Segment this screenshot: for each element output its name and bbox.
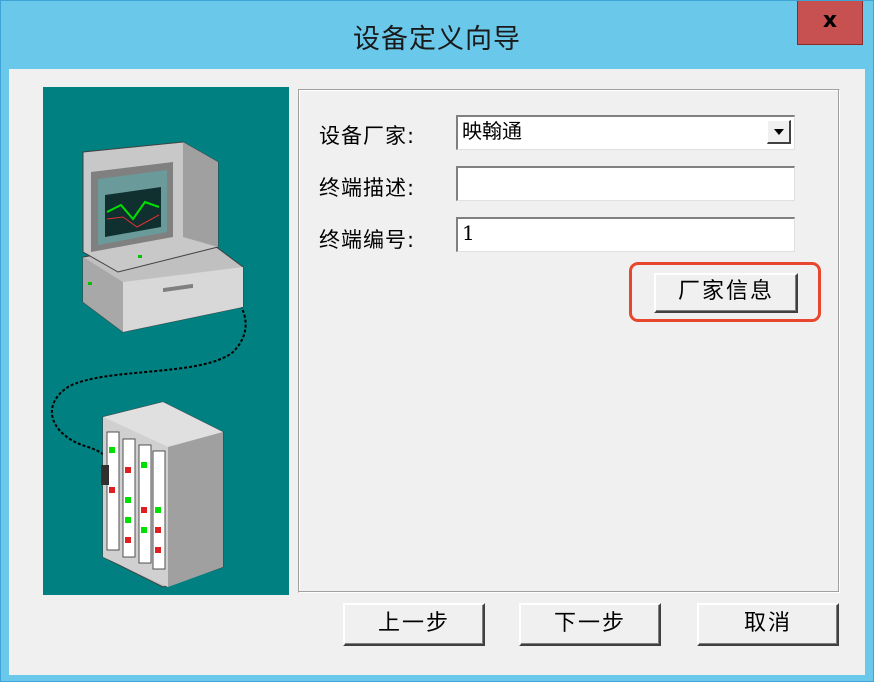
title-bar[interactable]: 设备定义向导 x [1,1,873,69]
description-label: 终端描述: [319,176,416,200]
prev-button[interactable]: 上一步 [343,603,485,646]
computer-connected-to-device-rack-icon [50,141,247,588]
vendor-info-button[interactable]: 厂家信息 [654,273,798,313]
next-button[interactable]: 下一步 [519,603,661,646]
chevron-down-icon [774,129,784,135]
settings-group [298,89,840,593]
close-button[interactable]: x [797,1,863,45]
vendor-label: 设备厂家: [319,124,416,148]
number-input[interactable]: 1 [456,217,795,252]
vendor-select[interactable]: 映翰通 [456,115,795,150]
wizard-illustration [43,87,289,595]
window-title: 设备定义向导 [353,24,521,55]
vendor-selected-value: 映翰通 [462,119,522,143]
dropdown-arrow-button[interactable] [767,120,791,144]
cancel-button[interactable]: 取消 [697,603,839,646]
wizard-window: 设备定义向导 x 设备厂家: 映翰通 终端描述: 终端编号: 1 厂家信息 上一… [0,0,874,682]
number-label: 终端编号: [319,228,416,252]
description-input[interactable] [456,166,795,201]
dialog-client-area: 设备厂家: 映翰通 终端描述: 终端编号: 1 厂家信息 上一步 下一步 取消 [9,69,865,675]
